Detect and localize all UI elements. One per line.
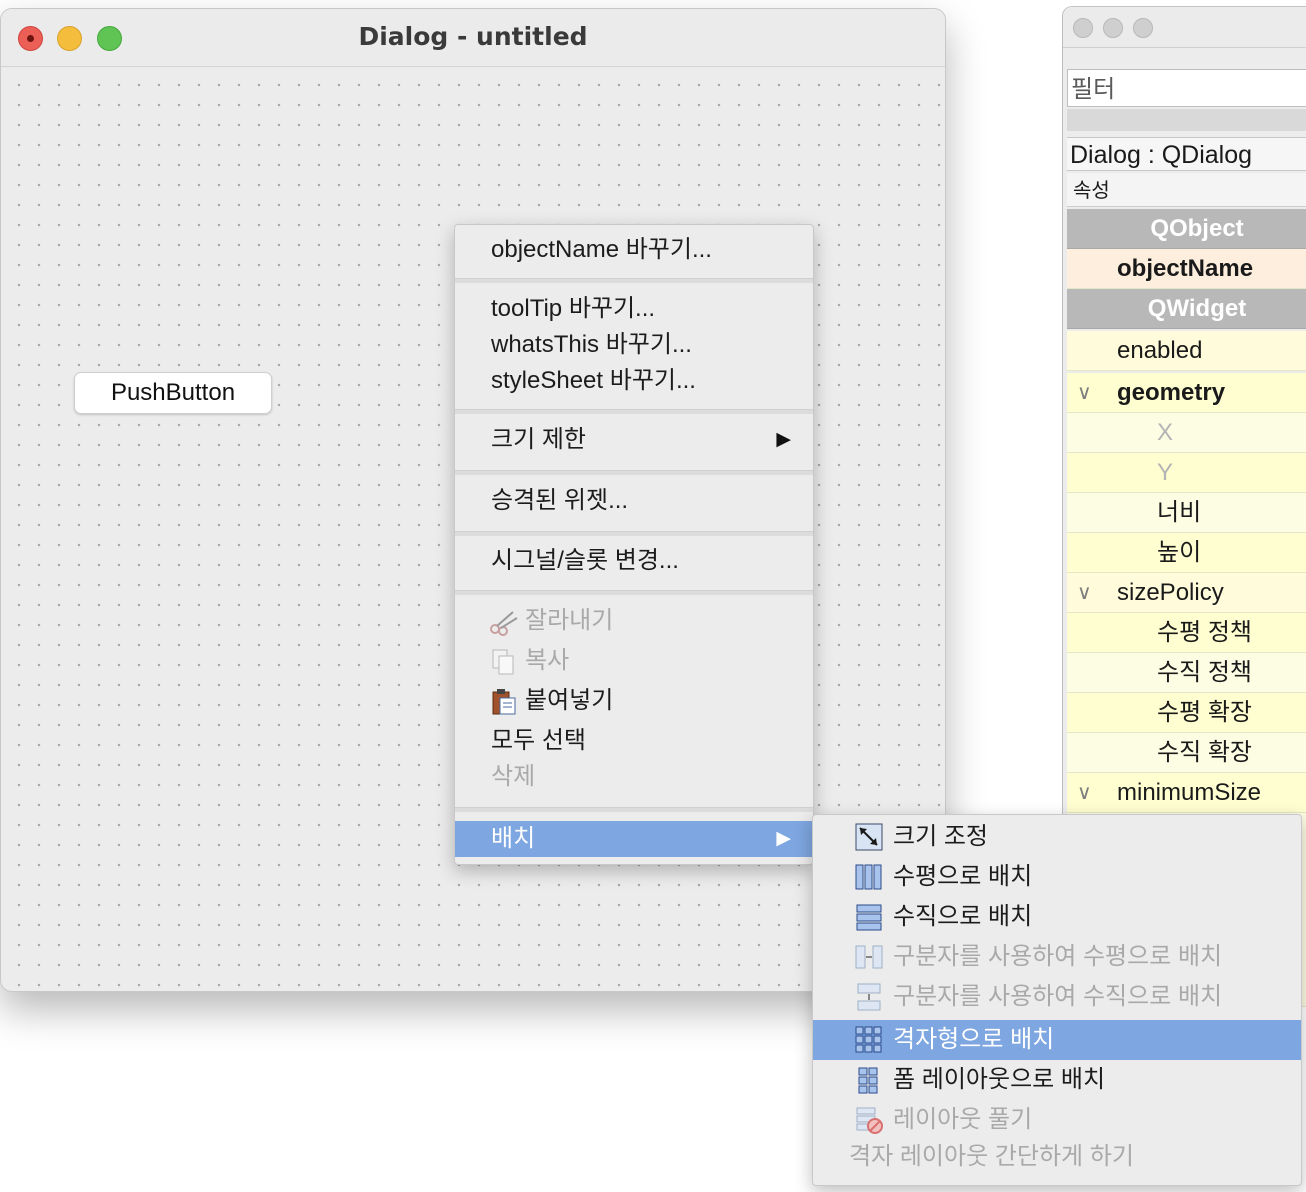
property-row-objectname[interactable]: objectName [1067, 249, 1306, 289]
property-label: sizePolicy [1117, 579, 1224, 606]
property-row-y[interactable]: Y [1067, 453, 1306, 493]
window-title: Dialog - untitled [358, 22, 588, 51]
chevron-down-icon[interactable]: ∨ [1077, 573, 1092, 613]
menu-item-label: 배치 [491, 825, 536, 852]
submenu-arrow-icon: ▶ [776, 828, 791, 849]
property-row-enabled[interactable]: enabled [1067, 331, 1306, 371]
property-label: 높이 [1157, 539, 1202, 566]
property-row-geometry[interactable]: ∨ geometry [1067, 373, 1306, 413]
filter-input[interactable]: 필터 [1067, 69, 1306, 107]
object-class-label: Dialog : QDialog [1067, 137, 1306, 171]
property-label: objectName [1117, 255, 1254, 282]
menu-item-change-objectname[interactable]: objectName 바꾸기... [491, 232, 712, 268]
push-button-widget[interactable]: PushButton [74, 372, 272, 414]
menu-item-copy[interactable]: 복사 [491, 643, 569, 679]
property-editor-titlebar[interactable] [1063, 7, 1306, 48]
menu-separator [455, 531, 813, 536]
property-row-vertical-stretch[interactable]: 수직 확장 [1067, 733, 1306, 773]
submenu-item-simplify-grid-layout[interactable]: 격자 레이아웃 간단하게 하기 [849, 1137, 1134, 1177]
layout-submenu: 크기 조정 수평으로 배치 수직으로 배치 구분자를 사용하여 수평으로 배치 … [812, 814, 1302, 1186]
property-label: geometry [1117, 379, 1226, 406]
submenu-item-break-layout[interactable]: 레이아웃 풀기 [893, 1100, 1032, 1140]
horizontal-layout-icon [855, 864, 882, 890]
grid-layout-icon [855, 1026, 882, 1053]
property-row-x[interactable]: X [1067, 413, 1306, 453]
dialog-titlebar[interactable]: Dialog - untitled [1, 9, 945, 67]
break-layout-icon [856, 1107, 883, 1134]
menu-item-cut[interactable]: 잘라내기 [490, 603, 614, 639]
copy-icon [492, 649, 514, 675]
menu-separator [455, 590, 813, 595]
property-label: 수평 확장 [1157, 699, 1252, 726]
property-label: 수직 확장 [1157, 739, 1252, 766]
maximize-window-button[interactable] [1133, 18, 1153, 38]
property-label: 수평 정책 [1157, 619, 1252, 646]
submenu-item-horizontal-splitter[interactable]: 구분자를 사용하여 수평으로 배치 [893, 937, 1222, 977]
property-row-minimumsize[interactable]: ∨ minimumSize [1067, 773, 1306, 813]
property-row-horizontal-stretch[interactable]: 수평 확장 [1067, 693, 1306, 733]
menu-item-size-constraints[interactable]: 크기 제한 [491, 422, 586, 458]
form-layout-icon [858, 1067, 878, 1094]
property-row-height[interactable]: 높이 [1067, 533, 1306, 573]
property-label: Y [1157, 459, 1174, 486]
menu-separator [455, 470, 813, 475]
context-menu: objectName 바꾸기... toolTip 바꾸기... whatsTh… [454, 224, 814, 865]
submenu-item-form-layout[interactable]: 폼 레이아웃으로 배치 [893, 1060, 1105, 1100]
property-row-horizontal-policy[interactable]: 수평 정책 [1067, 613, 1306, 653]
property-row-width[interactable]: 너비 [1067, 493, 1306, 533]
property-label: minimumSize [1117, 779, 1262, 806]
paste-icon [492, 688, 516, 715]
menu-item-label: 잘라내기 [525, 607, 614, 634]
menu-item-change-whatsthis[interactable]: whatsThis 바꾸기... [491, 327, 692, 363]
menu-item-label: 붙여넣기 [525, 687, 614, 714]
property-label: 수직 정책 [1157, 659, 1252, 686]
menu-item-lay-out[interactable]: 배치 ▶ [455, 821, 813, 857]
menu-item-change-signals-slots[interactable]: 시그널/슬롯 변경... [491, 543, 679, 579]
submenu-item-vertical-layout[interactable]: 수직으로 배치 [893, 897, 1032, 937]
menu-item-select-all[interactable]: 모두 선택 [491, 723, 586, 759]
group-label: QObject [1150, 215, 1244, 242]
menu-item-change-tooltip[interactable]: toolTip 바꾸기... [491, 291, 655, 327]
toolbar-strip [1067, 109, 1306, 131]
property-group-qobject[interactable]: QObject [1067, 209, 1306, 249]
menu-separator [455, 409, 813, 414]
property-label: 너비 [1157, 499, 1202, 526]
property-label: enabled [1117, 337, 1203, 364]
property-label: X [1157, 419, 1174, 446]
property-row-sizepolicy[interactable]: ∨ sizePolicy [1067, 573, 1306, 613]
menu-item-promoted-widgets[interactable]: 승격된 위젯... [491, 483, 628, 519]
submenu-item-horizontal-layout[interactable]: 수평으로 배치 [893, 857, 1032, 897]
menu-item-label: 복사 [525, 647, 570, 674]
submenu-arrow-icon: ▶ [776, 429, 791, 450]
submenu-item-adjust-size[interactable]: 크기 조정 [893, 817, 988, 857]
property-row-vertical-policy[interactable]: 수직 정책 [1067, 653, 1306, 693]
menu-item-paste[interactable]: 붙여넣기 [491, 683, 613, 719]
submenu-item-vertical-splitter[interactable]: 구분자를 사용하여 수직으로 배치 [893, 977, 1222, 1017]
chevron-down-icon[interactable]: ∨ [1077, 773, 1092, 813]
group-label: QWidget [1147, 295, 1247, 322]
horizontal-splitter-icon [855, 945, 883, 969]
menu-separator [455, 278, 813, 283]
vertical-layout-icon [856, 904, 882, 931]
property-column-header[interactable]: 속성 [1067, 173, 1306, 207]
chevron-down-icon[interactable]: ∨ [1077, 373, 1092, 413]
minimize-window-button[interactable] [1103, 18, 1123, 38]
property-group-qwidget[interactable]: QWidget [1067, 289, 1306, 329]
close-window-button[interactable] [1073, 18, 1093, 38]
vertical-splitter-icon [857, 983, 881, 1011]
adjust-size-icon [855, 823, 883, 851]
scissors-icon [490, 610, 518, 636]
submenu-item-grid-layout[interactable]: 격자형으로 배치 [893, 1020, 1054, 1060]
menu-item-delete[interactable]: 삭제 [491, 759, 535, 795]
menu-item-change-stylesheet[interactable]: styleSheet 바꾸기... [491, 363, 696, 399]
menu-separator [455, 807, 813, 812]
submenu-highlight [813, 1020, 1301, 1060]
